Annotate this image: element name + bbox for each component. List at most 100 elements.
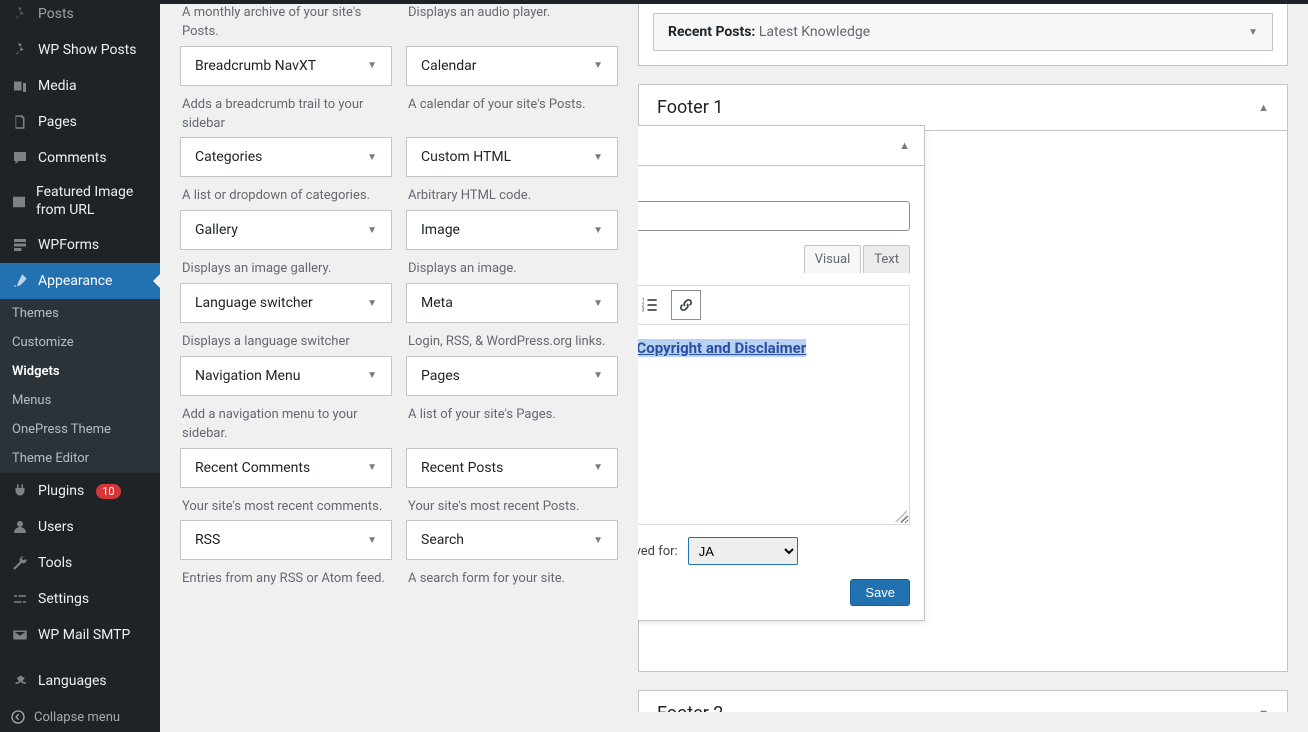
sidebar-sub-menus[interactable]: Menus [0,386,160,415]
available-widget-recent-posts[interactable]: Recent Posts▼ [406,448,618,488]
link-button[interactable] [671,290,701,320]
sidebar-item-featured-image-url[interactable]: Featured Image from URL [0,176,160,227]
sidebar-sub-onepress[interactable]: OnePress Theme [0,415,160,444]
available-widget-image[interactable]: Image ▼ [406,210,618,250]
available-widget-title: Search [421,532,464,548]
available-widgets-column: A monthly archive of your site's Posts.D… [180,0,618,712]
chevron-down-icon: ▼ [367,298,377,309]
widget-area-head-footer2[interactable]: Footer 2 ▼ [639,691,1287,712]
sidebar-item-comments[interactable]: Comments [0,140,160,176]
widget-editor-head[interactable]: Text ▲ [638,126,924,166]
available-widget-title: Categories [195,149,262,165]
collapse-menu-label: Collapse menu [34,710,120,725]
available-widget-desc: A list of your site's Pages. [406,396,618,441]
available-widget-title: Recent Comments [195,460,310,476]
svg-text:3: 3 [642,308,645,314]
widget-areas-column: Recent Posts: Latest Knowledge ▼ Footer … [638,0,1288,712]
available-widget-meta[interactable]: Meta▼ [406,283,618,323]
chevron-down-icon: ▼ [1258,707,1269,712]
plugins-update-badge: 10 [96,484,120,499]
available-widget-title: Gallery [195,222,238,238]
save-widget-button[interactable]: Save [850,579,910,606]
sidebar-item-wpforms[interactable]: WPForms [0,227,160,263]
sidebar-item-settings[interactable]: Settings [0,581,160,617]
available-widget-custom-html[interactable]: Custom HTML ▼ [406,137,618,177]
available-widget-navigation-menu[interactable]: Navigation Menu▼ [180,356,392,396]
available-widget-title: Image [421,222,460,238]
tab-visual[interactable]: Visual [804,245,862,273]
widget-area-footer1: Footer 1 ▲ Text ▲ [638,84,1288,672]
widget-chip-value: Latest Knowledge [759,24,870,40]
sidebar-sub-themes[interactable]: Themes [0,299,160,328]
pin-icon [10,4,30,24]
available-widget-title: Navigation Menu [195,368,300,384]
available-widget-breadcrumb-navxt[interactable]: Breadcrumb NavXT▼ [180,46,392,86]
chevron-down-icon: ▼ [593,152,603,163]
sidebar-item-label: Comments [38,150,107,166]
available-widget-language-switcher[interactable]: Language switcher▼ [180,283,392,323]
sidebar-item-label: Plugins [38,483,84,499]
editor-content-area[interactable]: Privacy Policy, Copyright and Disclaimer [638,325,910,525]
languages-icon [10,671,30,691]
sidebar-item-wp-show-posts[interactable]: WP Show Posts [0,32,160,68]
sidebar-item-users[interactable]: Users [0,509,160,545]
sidebar-item-wp-mail-smtp[interactable]: WP Mail SMTP [0,617,160,653]
chevron-down-icon: ▼ [593,225,603,236]
available-widget-pages[interactable]: Pages▼ [406,356,618,396]
brush-icon [10,271,30,291]
language-display-label: The widget is displayed for: [638,544,678,559]
sidebar-item-label: WPForms [38,237,99,253]
available-widget-desc: A calendar of your site's Posts. [406,86,618,131]
widget-area-body-footer1: Text ▲ Title: [639,131,1287,671]
wrench-icon [10,553,30,573]
available-widget-rss[interactable]: RSS▼ [180,520,392,560]
content-area: A monthly archive of your site's Posts.D… [160,0,1308,732]
available-widget-title: Calendar [421,58,477,74]
available-widget-search[interactable]: Search ▼ [406,520,618,560]
settings-icon [10,589,30,609]
comments-icon [10,148,30,168]
sidebar-item-media[interactable]: Media [0,68,160,104]
available-widget-calendar[interactable]: Calendar▼ [406,46,618,86]
editor-link-text[interactable]: Privacy Policy, Copyright and Disclaimer [638,339,806,357]
sidebar-item-appearance[interactable]: Appearance [0,263,160,299]
sidebar-sub-customize[interactable]: Customize [0,328,160,357]
widget-chip-recent-posts[interactable]: Recent Posts: Latest Knowledge ▼ [653,13,1273,51]
tab-text[interactable]: Text [863,245,910,273]
chevron-down-icon: ▼ [367,535,377,546]
chevron-down-icon: ▼ [593,370,603,381]
sidebar-sub-theme-editor[interactable]: Theme Editor [0,444,160,473]
numbered-list-button[interactable]: 123 [638,290,665,320]
sidebar-item-tools[interactable]: Tools [0,545,160,581]
sidebar-item-languages[interactable]: Languages [0,663,160,699]
sidebar-item-plugins[interactable]: Plugins 10 [0,473,160,509]
available-widget-desc: Entries from any RSS or Atom feed. [180,560,392,605]
available-widget-title: Custom HTML [421,149,511,165]
widget-area-body: Recent Posts: Latest Knowledge ▼ [638,0,1288,66]
available-widget-gallery[interactable]: Gallery ▼ [180,210,392,250]
chevron-down-icon: ▼ [593,535,603,546]
sidebar-item-posts[interactable]: Posts [0,0,160,32]
available-widget-recent-comments[interactable]: Recent Comments ▼ [180,448,392,488]
sidebar-item-label: Posts [38,6,74,22]
chevron-up-icon: ▲ [899,139,910,152]
sidebar-item-label: Media [38,78,77,94]
chevron-down-icon: ▼ [367,462,377,473]
text-widget-editor: Text ▲ Title: [638,125,925,621]
available-widget-categories[interactable]: Categories▼ [180,137,392,177]
widget-area-title: Footer 2 [657,703,723,712]
user-icon [10,517,30,537]
sidebar-item-pages[interactable]: Pages [0,104,160,140]
pin-icon [10,40,30,60]
widget-title-input[interactable] [638,201,910,231]
media-icon [10,76,30,96]
chevron-down-icon: ▼ [367,225,377,236]
language-select[interactable]: JA [688,537,798,565]
available-widget-title: Meta [421,295,453,311]
admin-sidebar: Posts WP Show Posts Media Pages Comments… [0,0,160,732]
widget-area-title: Footer 1 [657,97,723,118]
sidebar-item-label: WP Show Posts [38,42,137,58]
sidebar-sub-widgets[interactable]: Widgets [0,357,160,386]
mail-icon [10,625,30,645]
collapse-menu-button[interactable]: Collapse menu [0,699,160,732]
